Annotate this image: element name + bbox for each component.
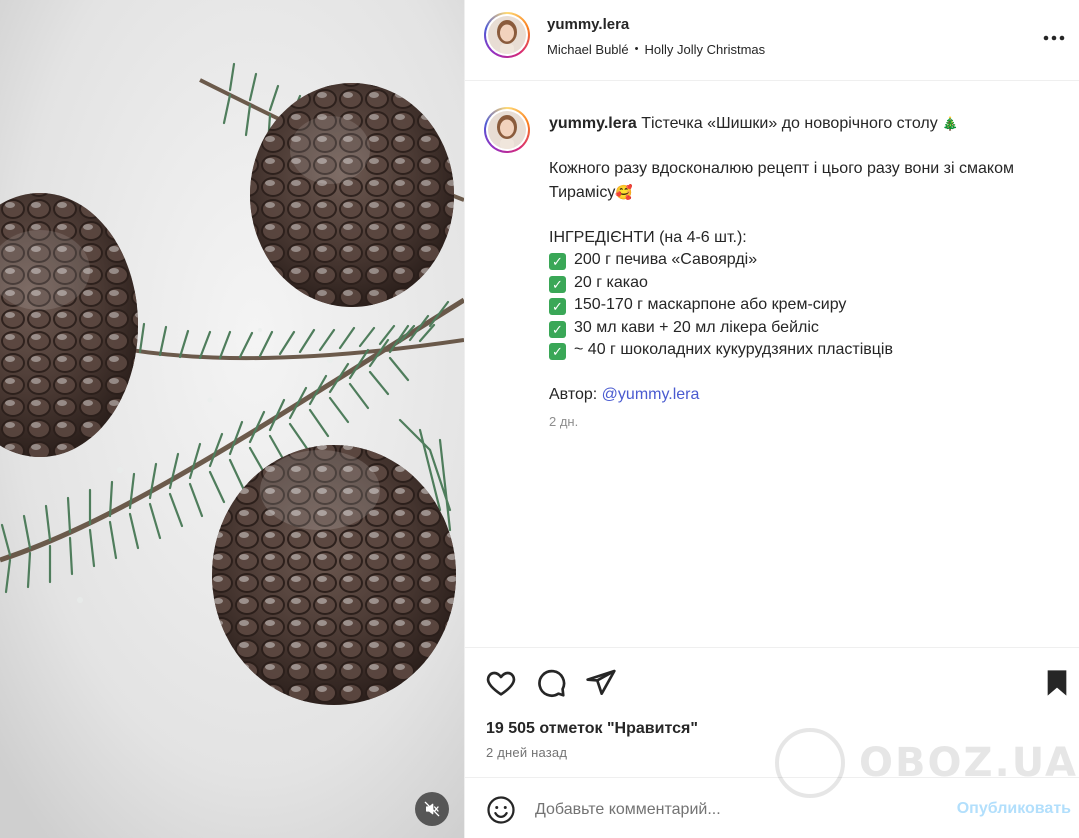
heart-icon[interactable] xyxy=(485,667,517,699)
smile-emoji: 🥰 xyxy=(615,183,633,200)
ingredient-item: ✓ 30 мл кави + 20 мл лікера бейліс xyxy=(549,317,1069,340)
ingredient-item: ✓ 150-170 г маскарпоне або крем-сиру xyxy=(549,294,1069,317)
likes-count[interactable]: 19 505 отметок "Нравится" xyxy=(486,720,698,738)
caption-username[interactable]: yummy.lera xyxy=(549,115,637,132)
post-header: yummy.lera Michael Bublé • Holly Jolly C… xyxy=(465,0,1079,81)
emoji-icon[interactable] xyxy=(486,795,516,825)
mute-icon xyxy=(424,801,440,817)
music-separator: • xyxy=(634,43,639,55)
post-date[interactable]: 2 дней назад xyxy=(486,745,567,760)
caption-time[interactable]: 2 дн. xyxy=(549,414,578,429)
post-photo xyxy=(0,0,464,838)
caption-intro-line2: Тирамісу xyxy=(549,183,616,201)
avatar[interactable] xyxy=(484,12,530,58)
post-actions: 19 505 отметок "Нравится" 2 дней назад xyxy=(465,647,1079,777)
post-media[interactable] xyxy=(0,0,464,838)
ingredients-heading: ІНГРЕДІЄНТИ (на 4-6 шт.): xyxy=(549,228,747,246)
check-icon: ✓ xyxy=(549,298,566,315)
comment-bar: Опубликовать xyxy=(465,777,1079,838)
comment-input[interactable] xyxy=(535,798,915,822)
caption-intro-line1: Кожного разу вдосконалюю рецепт і цього … xyxy=(549,160,1014,177)
check-icon: ✓ xyxy=(549,275,566,293)
author-label: Автор: xyxy=(549,386,598,403)
music-track[interactable]: Holly Jolly Christmas xyxy=(645,42,766,57)
bookmark-icon[interactable] xyxy=(1041,667,1073,699)
more-options-button[interactable] xyxy=(1042,26,1066,50)
share-icon[interactable] xyxy=(585,667,617,699)
mute-button[interactable] xyxy=(415,792,449,826)
author-mention-link[interactable]: @yummy.lera xyxy=(602,386,700,403)
ingredient-item: ✓ 20 г какао xyxy=(549,272,1069,295)
ingredient-item: ✓ ~ 40 г шоколадних кукурудзяних пластівц… xyxy=(549,339,1069,362)
check-icon: ✓ xyxy=(549,320,566,338)
publish-button[interactable]: Опубликовать xyxy=(957,800,1071,818)
music-artist[interactable]: Michael Bublé xyxy=(547,42,629,57)
caption-title: Тістечка «Шишки» до новорічного столу xyxy=(641,115,938,132)
post-side-panel: yummy.lera Michael Bublé • Holly Jolly C… xyxy=(464,0,1079,838)
check-icon: ✓ xyxy=(549,343,566,360)
music-info[interactable]: Michael Bublé • Holly Jolly Christmas xyxy=(547,42,765,57)
comment-icon[interactable] xyxy=(535,667,567,699)
ingredient-item: ✓ 200 г печива «Савоярді» xyxy=(549,249,1069,272)
more-icon xyxy=(1043,35,1065,41)
caption-avatar[interactable] xyxy=(484,107,530,153)
check-icon: ✓ xyxy=(549,253,566,270)
tree-emoji: 🎄 xyxy=(942,116,959,131)
post-username[interactable]: yummy.lera xyxy=(547,16,629,33)
post-caption: yummy.lera Тістечка «Шишки» до новорічно… xyxy=(549,113,1069,407)
